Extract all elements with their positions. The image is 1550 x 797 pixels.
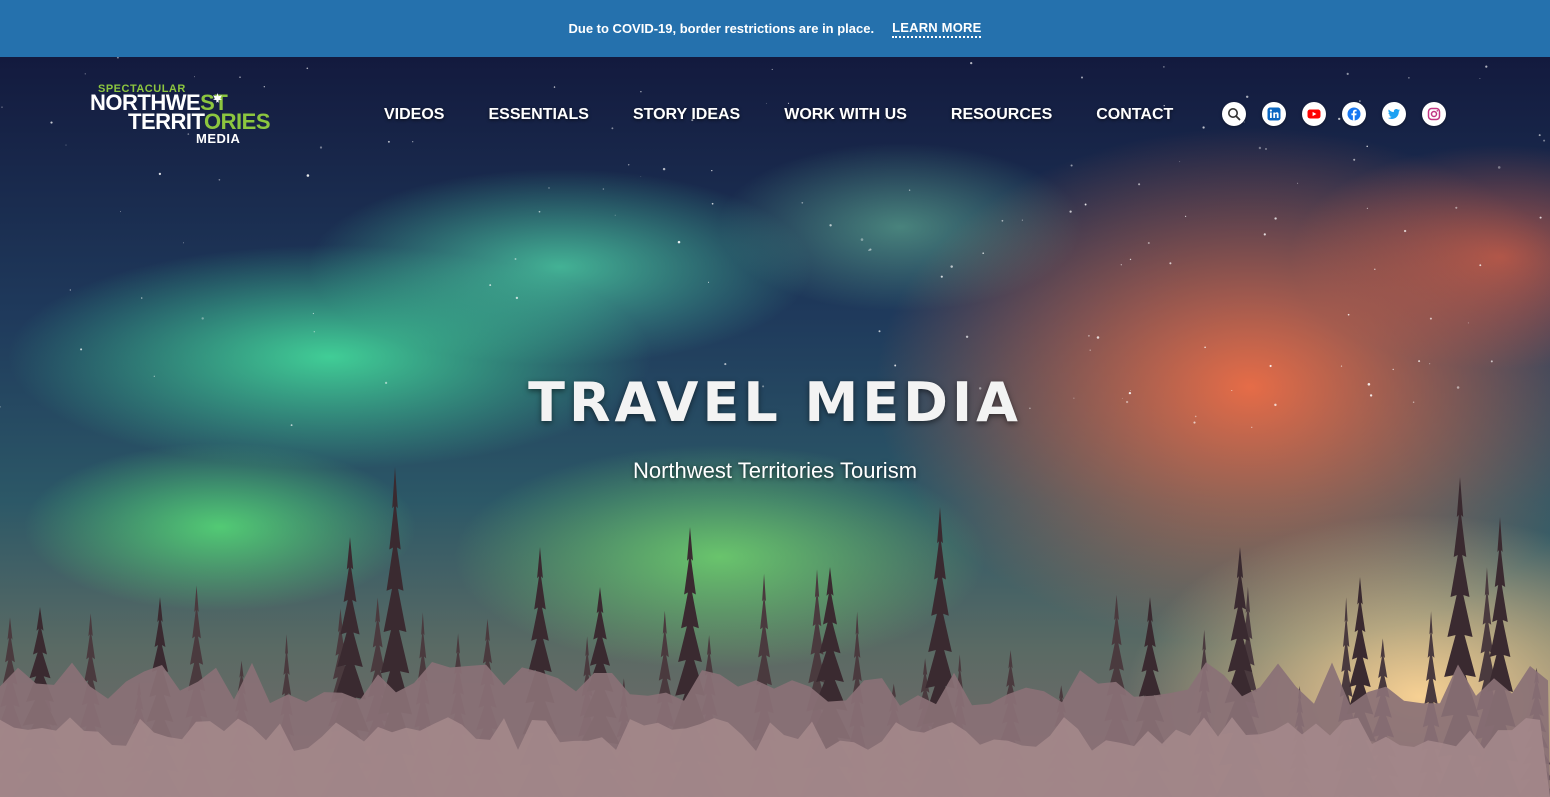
nav-item-contact[interactable]: CONTACT <box>1074 101 1195 129</box>
nav-item-story-ideas[interactable]: STORY IDEAS <box>611 101 762 129</box>
search-button[interactable] <box>1222 102 1246 126</box>
twitter-icon <box>1387 109 1400 119</box>
linkedin-icon <box>1267 107 1281 121</box>
twitter-link[interactable] <box>1382 102 1406 126</box>
learn-more-link[interactable]: LEARN MORE <box>892 20 982 38</box>
nav-item-videos[interactable]: VIDEOS <box>362 101 466 129</box>
hero-title: TRAVEL MEDIA <box>528 371 1022 434</box>
maple-leaf-icon <box>213 93 222 103</box>
hero-heading-block: TRAVEL MEDIA Northwest Territories Touri… <box>0 370 1550 484</box>
alert-message: Due to COVID-19, border restrictions are… <box>568 21 875 36</box>
hero-subtitle: Northwest Territories Tourism <box>632 458 918 483</box>
nav-item-essentials[interactable]: ESSENTIALS <box>466 101 610 129</box>
tree-line <box>0 437 1550 797</box>
nav-item-resources[interactable]: RESOURCES <box>929 101 1074 129</box>
social-icons <box>1222 102 1446 126</box>
alert-bar: Due to COVID-19, border restrictions are… <box>0 0 1550 57</box>
linkedin-link[interactable] <box>1262 102 1286 126</box>
site-logo[interactable]: SPECTACULAR NORTHWEST TERRITORIES MEDIA <box>90 83 271 147</box>
instagram-link[interactable] <box>1422 102 1446 126</box>
youtube-icon <box>1307 109 1321 119</box>
facebook-link[interactable] <box>1342 102 1366 126</box>
logo-line-3: MEDIA <box>196 131 241 146</box>
nav-item-work-with-us[interactable]: WORK WITH US <box>762 101 929 129</box>
main-nav: VIDEOS ESSENTIALS STORY IDEAS WORK WITH … <box>362 101 1195 129</box>
youtube-link[interactable] <box>1302 102 1326 126</box>
instagram-icon <box>1427 107 1441 121</box>
facebook-icon <box>1347 107 1361 121</box>
search-icon <box>1228 108 1241 121</box>
site-header: SPECTACULAR NORTHWEST TERRITORIES MEDIA … <box>0 57 1550 177</box>
logo-line-2: TERRITORIES <box>128 109 271 134</box>
